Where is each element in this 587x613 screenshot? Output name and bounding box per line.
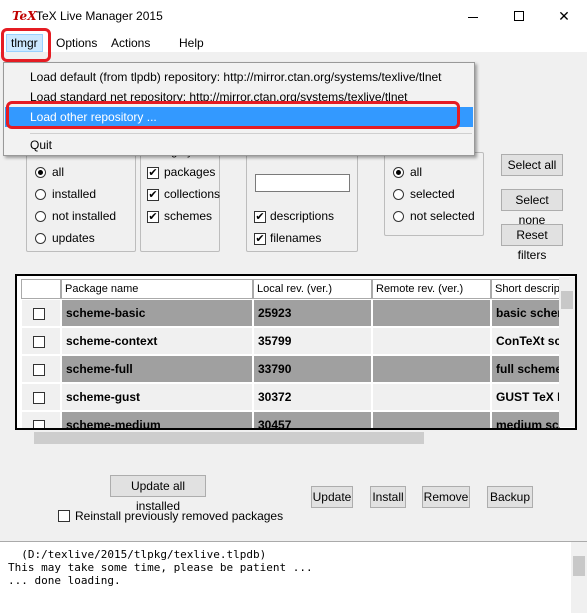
selection-selected-radio[interactable] [393,189,404,200]
status-not-installed-label: not installed [52,209,117,223]
short-desc-cell: full scheme [491,355,561,383]
annotation-highlight-tlmgr [1,28,51,62]
select-none-button[interactable]: Select none [501,189,563,227]
remote-rev-cell [372,299,491,327]
status-all-radio[interactable] [35,167,46,178]
update-all-installed-button[interactable]: Update all installed [110,475,206,513]
annotation-highlight-load-other-repository [6,101,460,129]
package-table: Package name Local rev. (ver.) Remote re… [15,274,577,430]
row-checkbox[interactable] [33,420,45,428]
match-descriptions-label: descriptions [270,209,335,223]
row-checkbox[interactable] [33,392,45,404]
match-filenames-checkbox[interactable]: ✔ [254,233,266,245]
status-updates-label: updates [52,231,95,245]
package-name-cell: scheme-context [61,327,253,355]
log-line: This may take some time, please be patie… [8,561,313,574]
select-all-button[interactable]: Select all [501,154,563,176]
scrollbar-thumb[interactable] [573,556,585,576]
category-collections-label: collections [164,187,221,201]
log-vertical-scrollbar[interactable] [571,542,587,613]
package-name-cell: scheme-basic [61,299,253,327]
short-desc-cell: basic scheme [491,299,561,327]
local-rev-cell: 30372 [253,383,372,411]
selection-all-label: all [410,165,423,179]
reinstall-label: Reinstall previously removed packages [75,509,284,523]
reset-filters-button[interactable]: Reset filters [501,224,563,262]
status-updates-radio[interactable] [35,233,46,244]
reinstall-checkbox[interactable] [58,510,70,522]
menu-options[interactable]: Options [52,34,101,52]
category-packages-checkbox[interactable]: ✔ [147,167,159,179]
window-title: TeX Live Manager 2015 [36,9,163,23]
short-desc-cell: GUST TeX L [491,383,561,411]
menu-bar: tlmgr Options Actions Help [0,32,587,52]
remote-rev-cell [372,327,491,355]
status-installed-radio[interactable] [35,189,46,200]
local-rev-cell: 25923 [253,299,372,327]
log-output[interactable]: (D:/texlive/2015/tlpkg/texlive.tlpdb) Thi… [0,541,587,613]
table-vertical-scrollbar[interactable] [559,277,575,427]
row-select-cell [21,299,61,327]
table-horizontal-scrollbar[interactable] [20,430,565,446]
scrollbar-thumb[interactable] [34,432,424,444]
log-line: ... done loading. [8,574,121,587]
log-line: (D:/texlive/2015/tlpkg/texlive.tlpdb) [8,548,267,561]
column-header-local-rev[interactable]: Local rev. (ver.) [253,279,372,299]
remote-rev-cell [372,411,491,428]
local-rev-cell: 30457 [253,411,372,428]
match-filenames-label: filenames [270,231,322,245]
scrollbar-thumb[interactable] [561,291,573,309]
category-collections-checkbox[interactable]: ✔ [147,189,159,201]
row-checkbox[interactable] [33,336,45,348]
maximize-icon[interactable] [496,0,542,32]
close-icon[interactable]: ✕ [541,0,587,32]
menu-actions[interactable]: Actions [107,34,154,52]
status-not-installed-radio[interactable] [35,211,46,222]
selection-selected-label: selected [410,187,455,201]
menu-item-quit[interactable]: Quit [5,135,473,155]
column-header-select[interactable] [21,279,61,299]
column-header-remote-rev[interactable]: Remote rev. (ver.) [372,279,491,299]
selection-all-radio[interactable] [393,167,404,178]
tex-icon: TeX [12,9,37,23]
remote-rev-cell [372,355,491,383]
menu-separator [30,133,472,134]
minimize-icon[interactable] [450,0,496,32]
menu-item-load-standard-repository[interactable]: Load standard net repository: http://mir… [5,87,473,101]
menu-item-load-default-repository[interactable]: Load default (from tlpdb) repository: ht… [5,67,473,87]
category-schemes-label: schemes [164,209,213,223]
row-checkbox[interactable] [33,308,45,320]
selection-not-selected-label: not selected [410,209,475,223]
short-desc-cell: ConTeXt sc [491,327,561,355]
match-search-input[interactable] [255,174,350,192]
short-desc-cell: medium sc [491,411,561,428]
status-installed-label: installed [52,187,97,201]
row-select-cell [21,411,61,428]
update-button[interactable]: Update [311,486,353,508]
package-name-cell: scheme-gust [61,383,253,411]
category-packages-label: packages [164,165,216,179]
local-rev-cell: 33790 [253,355,372,383]
column-header-short-desc[interactable]: Short descrip [491,279,561,299]
title-bar: TeX TeX Live Manager 2015 ✕ [0,0,587,32]
remove-button[interactable]: Remove [422,486,470,508]
backup-button[interactable]: Backup [487,486,533,508]
row-select-cell [21,355,61,383]
package-name-cell: scheme-medium [61,411,253,428]
match-descriptions-checkbox[interactable]: ✔ [254,211,266,223]
row-select-cell [21,327,61,355]
category-schemes-checkbox[interactable]: ✔ [147,211,159,223]
column-header-package-name[interactable]: Package name [61,279,253,299]
menu-help[interactable]: Help [175,34,208,52]
row-checkbox[interactable] [33,364,45,376]
selection-not-selected-radio[interactable] [393,211,404,222]
remote-rev-cell [372,383,491,411]
local-rev-cell: 35799 [253,327,372,355]
row-select-cell [21,383,61,411]
package-name-cell: scheme-full [61,355,253,383]
install-button[interactable]: Install [370,486,406,508]
status-all-label: all [52,165,65,179]
